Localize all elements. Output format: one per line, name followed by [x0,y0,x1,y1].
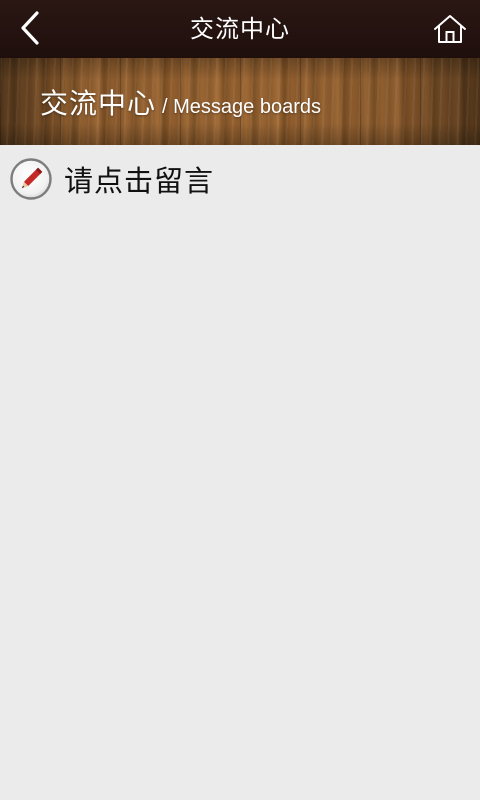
leave-message-label: 请点击留言 [64,164,215,198]
banner-title: 交流中心 [40,87,157,120]
message-board-content: 请点击留言 [0,145,480,800]
page-title: 交流中心 [190,15,290,43]
banner-subtitle: / Message boards [162,96,321,118]
top-app-bar: 交流中心 [0,0,480,58]
home-icon [434,15,466,43]
banner-heading: 交流中心 / Message boards [40,82,321,122]
pencil-icon [10,158,52,200]
section-banner: 交流中心 / Message boards [0,58,480,145]
home-button[interactable] [428,8,472,50]
leave-message-button[interactable]: 请点击留言 [10,157,214,201]
